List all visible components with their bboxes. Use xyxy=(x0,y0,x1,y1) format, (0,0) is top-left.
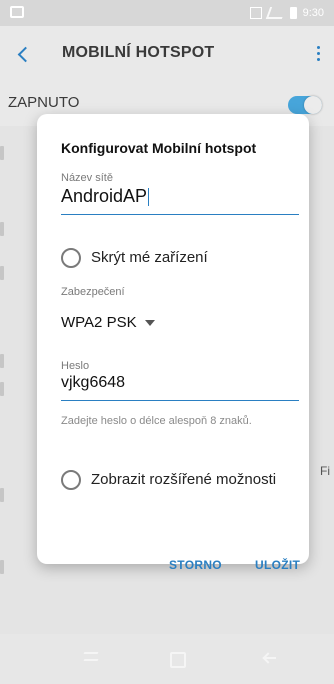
security-dropdown[interactable]: WPA2 PSK xyxy=(61,314,155,331)
status-icons: 9:30 xyxy=(249,5,324,21)
background-item-mark xyxy=(0,222,4,236)
background-item-mark xyxy=(0,560,4,574)
cancel-button[interactable]: STORNO xyxy=(169,558,222,572)
text-cursor xyxy=(148,188,150,207)
password-hint: Zadejte heslo o délce alespoň 8 znaků. xyxy=(61,415,252,427)
hotspot-toggle[interactable] xyxy=(288,96,322,114)
advanced-options-radio[interactable] xyxy=(61,470,81,490)
security-value: WPA2 PSK xyxy=(61,314,137,331)
battery-icon xyxy=(289,7,297,19)
app-bar: MOBILNÍ HOTSPOT xyxy=(0,26,334,84)
network-name-value: AndroidAP xyxy=(61,186,148,206)
switch-label: ZAPNUTO xyxy=(8,94,80,111)
password-label: Heslo xyxy=(61,360,90,372)
background-edge-text: Fi xyxy=(320,464,330,478)
dropdown-caret-icon xyxy=(144,319,155,326)
network-name-label: Název sítě xyxy=(61,172,113,184)
navigation-bar xyxy=(0,634,334,684)
dialog-title: Konfigurovat Mobilní hotspot xyxy=(61,140,257,156)
signal-icon xyxy=(265,7,286,19)
background-item-mark xyxy=(0,488,4,502)
status-bar: 9:30 xyxy=(0,0,334,26)
back-icon[interactable] xyxy=(14,44,34,64)
network-name-underline xyxy=(61,214,299,215)
notification-icon xyxy=(10,6,24,18)
background-item-mark xyxy=(0,382,4,396)
nfc-icon xyxy=(249,7,262,19)
page-title: MOBILNÍ HOTSPOT xyxy=(62,44,215,61)
back-nav-icon[interactable] xyxy=(264,652,278,664)
more-options-icon[interactable] xyxy=(314,42,322,66)
password-underline xyxy=(61,400,299,401)
security-label: Zabezpečení xyxy=(61,286,125,298)
recent-apps-icon[interactable] xyxy=(84,652,98,662)
background-item-mark xyxy=(0,146,4,160)
status-time: 9:30 xyxy=(302,7,324,19)
background-item-mark xyxy=(0,354,4,368)
background-item-mark xyxy=(0,266,4,280)
save-button[interactable]: ULOŽIT xyxy=(255,558,300,572)
network-name-field[interactable]: AndroidAP xyxy=(61,186,150,207)
advanced-options-label[interactable]: Zobrazit rozšířené možnosti xyxy=(91,471,276,488)
hide-device-label[interactable]: Skrýt mé zařízení xyxy=(91,249,208,266)
configure-hotspot-dialog: Konfigurovat Mobilní hotspot Název sítě … xyxy=(37,114,309,572)
home-icon[interactable] xyxy=(170,652,186,668)
password-field[interactable]: vjkg6648 xyxy=(61,374,125,392)
hide-device-radio[interactable] xyxy=(61,248,81,268)
